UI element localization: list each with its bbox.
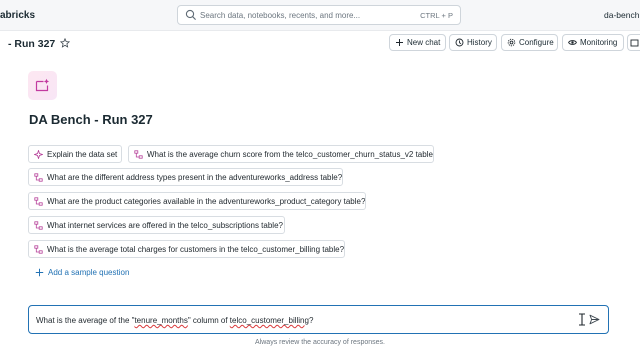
- input-text-part: " column of: [187, 316, 230, 325]
- send-icon[interactable]: [589, 314, 600, 325]
- sample-question-label: What are the different address types pre…: [47, 172, 343, 182]
- plus-icon: [396, 39, 403, 46]
- disclaimer-text: Always review the accuracy of responses.: [255, 339, 385, 346]
- global-search-input[interactable]: Search data, notebooks, recents, and mor…: [177, 5, 461, 25]
- chat-input[interactable]: What is the average of the "tenure_month…: [28, 305, 609, 334]
- table-hierarchy-icon: [34, 196, 43, 206]
- top-bar: abricks Search data, notebooks, recents,…: [0, 0, 640, 31]
- history-label: History: [467, 38, 492, 47]
- sample-question-chip[interactable]: What are the different address types pre…: [28, 168, 343, 186]
- table-hierarchy-icon: [134, 149, 143, 159]
- table-hierarchy-icon: [34, 172, 43, 182]
- sample-question-label: What internet services are offered in th…: [47, 220, 283, 230]
- table-hierarchy-icon: [34, 244, 43, 254]
- configure-button[interactable]: Configure: [501, 34, 558, 51]
- table-hierarchy-icon: [34, 220, 43, 230]
- page-header: - Run 327 New chat History Configure Mon…: [0, 31, 640, 57]
- sample-question-label: What is the average total charges for cu…: [47, 244, 345, 254]
- share-icon: [630, 39, 639, 47]
- sample-question-chip[interactable]: What are the product categories availabl…: [28, 192, 366, 210]
- star-icon[interactable]: [60, 38, 70, 48]
- brand-logo-text[interactable]: abricks: [0, 10, 35, 21]
- sample-question-chip[interactable]: What internet services are offered in th…: [28, 216, 285, 234]
- sample-question-label: What is the average churn score from the…: [147, 149, 434, 159]
- page-title: - Run 327: [8, 38, 56, 50]
- chat-input-value: What is the average of the "tenure_month…: [36, 316, 313, 325]
- sample-question-label: What are the product categories availabl…: [47, 196, 366, 206]
- plus-icon: [35, 268, 44, 277]
- configure-label: Configure: [519, 38, 554, 47]
- history-button[interactable]: History: [449, 34, 497, 51]
- monitoring-label: Monitoring: [580, 38, 618, 47]
- text-cursor-icon: [579, 313, 585, 326]
- sample-question-chip[interactable]: Explain the data set: [28, 145, 122, 163]
- input-text-part: What is the average of the ": [36, 316, 135, 325]
- share-button[interactable]: [627, 34, 640, 51]
- new-chat-label: New chat: [407, 38, 441, 47]
- input-text-part: ?: [308, 316, 314, 325]
- input-text-part: telco_customer_billing: [229, 316, 309, 325]
- space-title: DA Bench - Run 327: [29, 112, 153, 127]
- eye-icon: [568, 40, 577, 45]
- gear-icon: [507, 38, 516, 47]
- input-text-part: tenure_months: [134, 316, 188, 325]
- workspace-selector[interactable]: da-bench: [604, 10, 639, 20]
- search-placeholder: Search data, notebooks, recents, and mor…: [200, 11, 361, 20]
- sample-question-chip[interactable]: What is the average total charges for cu…: [28, 240, 345, 258]
- sample-question-label: Explain the data set: [47, 149, 118, 159]
- sparkle-chat-icon: [35, 78, 50, 92]
- monitoring-button[interactable]: Monitoring: [562, 34, 624, 51]
- sparkle-icon: [34, 149, 43, 159]
- new-chat-button[interactable]: New chat: [389, 34, 446, 51]
- sample-question-chip[interactable]: What is the average churn score from the…: [128, 145, 434, 163]
- history-icon: [455, 38, 464, 47]
- add-sample-question-link[interactable]: Add a sample question: [35, 268, 129, 277]
- search-shortcut: CTRL + P: [420, 11, 453, 20]
- search-icon: [185, 9, 196, 20]
- genie-space-icon: [28, 71, 57, 100]
- add-sample-question-label: Add a sample question: [48, 268, 130, 277]
